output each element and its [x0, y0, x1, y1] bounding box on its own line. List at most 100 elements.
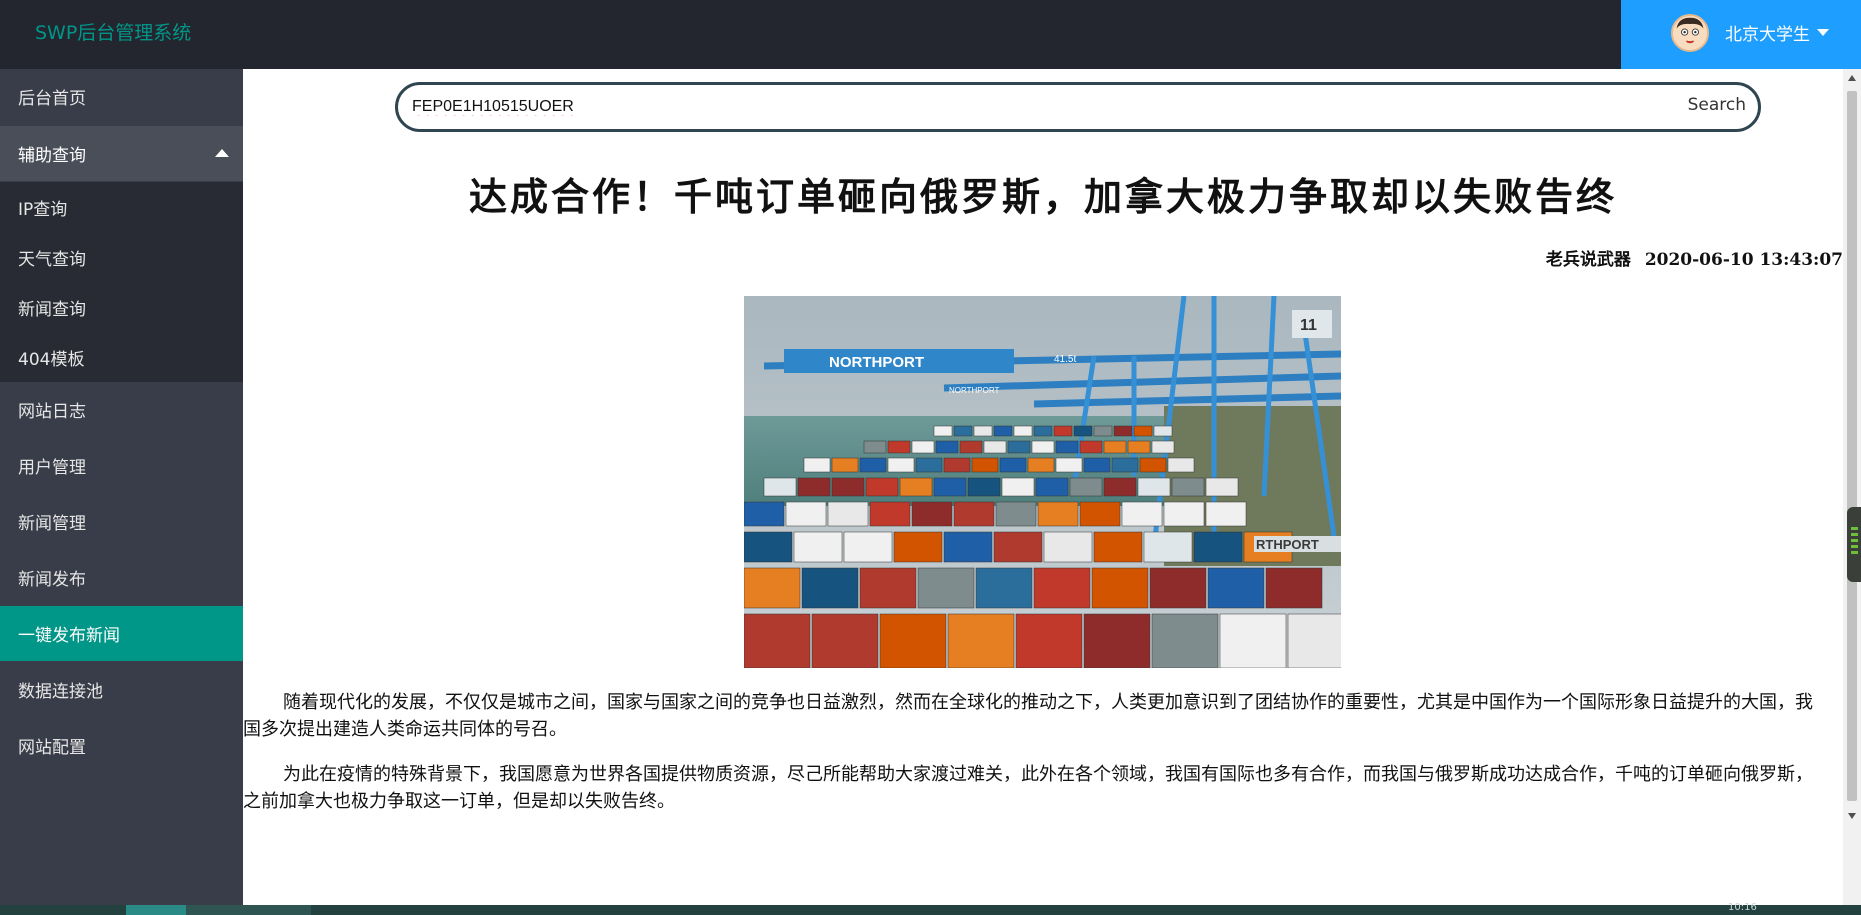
user-menu[interactable]: 北京大学生 — [1621, 0, 1861, 69]
sidebar-item-news-management[interactable]: 新闻管理 — [0, 494, 243, 549]
image-container-block — [887, 440, 911, 454]
search-button[interactable]: Search — [1688, 95, 1746, 115]
image-container-block — [1037, 501, 1079, 527]
sidebar-item-site-config[interactable]: 网站配置 — [0, 718, 243, 773]
taskbar-app-active[interactable] — [126, 905, 186, 915]
sidebar-item-connection-pool[interactable]: 数据连接池 — [0, 662, 243, 717]
sidebar-item-label: 一键发布新闻 — [18, 626, 120, 646]
search-input[interactable] — [412, 92, 1662, 122]
sidebar-item-site-log[interactable]: 网站日志 — [0, 382, 243, 437]
image-container-block — [887, 457, 915, 473]
avatar-icon[interactable] — [1671, 14, 1709, 52]
image-container-block — [744, 613, 811, 668]
image-container-block — [1287, 613, 1341, 668]
floating-side-widget[interactable] — [1847, 507, 1861, 582]
image-container-block — [917, 567, 975, 609]
subnav-aux-query: IP查询 天气查询 新闻查询 404模板 — [0, 182, 243, 382]
sidebar: 后台首页 辅助查询 IP查询 天气查询 新闻查询 404模板 网站日志 用户管理… — [0, 69, 243, 905]
taskbar-app[interactable] — [186, 905, 311, 915]
image-container-block — [1093, 425, 1113, 437]
sidebar-item-one-click-publish[interactable]: 一键发布新闻 — [0, 606, 243, 661]
image-container-block — [1171, 477, 1205, 497]
image-northport-text: NORTHPORT — [829, 354, 924, 371]
image-container-block — [959, 440, 983, 454]
image-container-block — [1149, 567, 1207, 609]
app-logo-title[interactable]: SWP后台管理系统 — [35, 18, 191, 45]
image-container-block — [744, 531, 793, 563]
main-content: Search 达成合作！千吨订单砸向俄罗斯，加拿大极力争取却以失败告终 老兵说武… — [243, 69, 1843, 905]
image-container-block — [911, 440, 935, 454]
image-container-block — [1053, 425, 1073, 437]
article-datetime: 2020-06-10 13:43:07 — [1644, 250, 1843, 270]
image-container-block — [797, 477, 831, 497]
sidebar-item-label: 新闻查询 — [18, 299, 86, 320]
image-container-block — [827, 501, 869, 527]
image-container-block — [1103, 440, 1127, 454]
user-name[interactable]: 北京大学生 — [1725, 20, 1810, 45]
scrollbar-thumb[interactable] — [1847, 91, 1857, 801]
sidebar-item-home[interactable]: 后台首页 — [0, 69, 243, 124]
scroll-down-arrow-icon[interactable] — [1848, 813, 1856, 819]
sidebar-subitem-ip-query[interactable]: IP查询 — [0, 182, 243, 232]
image-container-block — [1033, 567, 1091, 609]
image-container-block — [1043, 531, 1093, 563]
sidebar-item-news-publish[interactable]: 新闻发布 — [0, 550, 243, 605]
article-paragraph: 随着现代化的发展，不仅仅是城市之间，国家与国家之间的竞争也日益激烈，然而在全球化… — [243, 692, 1813, 739]
image-container-block — [1079, 440, 1103, 454]
chevron-down-icon[interactable] — [1817, 29, 1829, 36]
sidebar-item-label: 404模板 — [18, 349, 85, 370]
image-container-block — [1133, 425, 1153, 437]
sidebar-item-label: 用户管理 — [18, 458, 86, 478]
image-container-block — [1137, 477, 1171, 497]
sidebar-subitem-news-query[interactable]: 新闻查询 — [0, 282, 243, 332]
image-container-block — [1035, 477, 1069, 497]
image-container-block — [1069, 477, 1103, 497]
image-container-block — [915, 457, 943, 473]
article-author: 老兵说武器 — [1545, 250, 1631, 270]
image-container-block — [1001, 477, 1035, 497]
image-crane-number: 11 — [1300, 317, 1317, 334]
image-container-block — [943, 457, 971, 473]
sidebar-item-user-management[interactable]: 用户管理 — [0, 438, 243, 493]
image-container-block — [1103, 477, 1137, 497]
image-container-block — [744, 501, 785, 527]
image-container-block — [1193, 531, 1243, 563]
sidebar-item-label: 网站配置 — [18, 738, 86, 758]
scroll-up-arrow-icon[interactable] — [1848, 75, 1856, 81]
image-container-block — [843, 531, 893, 563]
image-container-block — [1265, 567, 1323, 609]
chevron-up-icon — [215, 149, 229, 157]
image-container-block — [1055, 440, 1079, 454]
image-container-block — [1207, 567, 1265, 609]
os-taskbar: 10:16 — [0, 902, 1861, 915]
image-container-block — [983, 440, 1007, 454]
sidebar-subitem-weather-query[interactable]: 天气查询 — [0, 232, 243, 282]
image-container-block — [971, 457, 999, 473]
image-container-block — [863, 440, 887, 454]
image-container-block — [785, 501, 827, 527]
article-image: NORTHPORT NORTHPORT 41.5t 11 RTHPORT — [744, 296, 1341, 668]
image-container-block — [967, 477, 1001, 497]
image-container-block — [1093, 531, 1143, 563]
sidebar-item-aux-query[interactable]: 辅助查询 — [0, 126, 243, 181]
sidebar-subitem-404-template[interactable]: 404模板 — [0, 332, 243, 382]
image-container-block — [943, 531, 993, 563]
image-container-block — [1091, 567, 1149, 609]
sidebar-item-label: 辅助查询 — [18, 146, 86, 166]
image-container-block — [859, 457, 887, 473]
sidebar-item-label: 数据连接池 — [18, 682, 103, 702]
image-container-block — [865, 477, 899, 497]
image-container-block — [1151, 440, 1175, 454]
image-container-block — [1163, 501, 1205, 527]
image-container-block — [879, 613, 947, 668]
image-container-block — [1113, 425, 1133, 437]
top-header: SWP后台管理系统 北京大学生 — [0, 0, 1861, 69]
scrollbar[interactable] — [1843, 69, 1861, 905]
image-container-block — [1111, 457, 1139, 473]
image-container-block — [869, 501, 911, 527]
image-container-block — [1167, 457, 1195, 473]
image-container-block — [1127, 440, 1151, 454]
image-container-block — [1205, 477, 1239, 497]
sidebar-item-label: 网站日志 — [18, 402, 86, 422]
image-container-block — [995, 501, 1037, 527]
